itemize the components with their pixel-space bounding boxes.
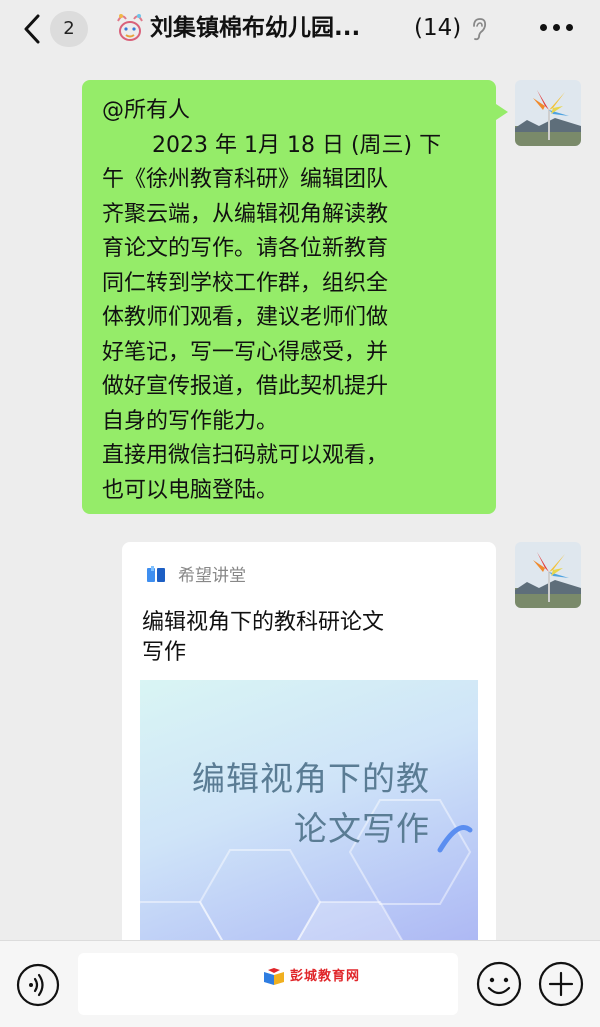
message-line: 同仁转到学校工作群，组织全 (102, 270, 389, 296)
link-card[interactable]: 希望讲堂 编辑视角下的教科研论文 写作 编辑视角下的教 论文写作 (122, 542, 496, 962)
message-line: 育论文的写作。请各位新教育 (102, 236, 389, 261)
watermark-logo-icon (264, 968, 284, 985)
card-thumbnail: 编辑视角下的教 论文写作 (140, 680, 478, 962)
card-title-line: 写作 (142, 640, 187, 665)
message-line: @所有人 (102, 98, 191, 123)
message-line: 午《徐州教育科研》编辑团队 (102, 167, 389, 192)
card-title-line: 编辑视角下的教科研论文 (142, 610, 385, 635)
card-title: 编辑视角下的教科研论文 写作 (142, 608, 452, 668)
sender-avatar[interactable] (515, 542, 581, 608)
chevron-left-icon[interactable] (18, 12, 48, 46)
message-line: 也可以电脑登陆。 (102, 477, 279, 503)
card-source: 希望讲堂 (178, 566, 246, 586)
thumbnail-text: 论文写作 (294, 809, 430, 848)
more-dots-icon[interactable] (540, 24, 574, 32)
sender-avatar[interactable] (515, 80, 581, 146)
thumbnail-text: 编辑视角下的教 (192, 759, 430, 798)
message-line: 好笔记，写一写心得感受，并 (102, 339, 389, 365)
plus-icon[interactable] (538, 961, 584, 1007)
emoji-icon[interactable] (476, 961, 522, 1007)
text-message-bubble[interactable]: @所有人 2023 年 1月 18 日 (周三) 下 午《徐州教育科研》编辑团队… (82, 80, 508, 514)
chat-title[interactable]: 刘集镇棉布幼儿园... (150, 12, 410, 44)
message-line: 齐聚云端，从编辑视角解读教 (102, 201, 389, 227)
source-logo-icon (147, 566, 165, 582)
message-line: 自身的写作能力。 (102, 408, 279, 434)
voice-icon[interactable] (16, 963, 60, 1007)
unread-count-badge[interactable]: 2 (50, 11, 88, 47)
message-line: 直接用微信扫码就可以观看， (102, 443, 389, 468)
member-count: (14) (414, 15, 462, 41)
chat-header: 2 刘集镇棉布幼儿园... (14) (0, 0, 600, 60)
ear-icon (473, 18, 487, 41)
message-line: 体教师们观看，建议老师们做 (102, 305, 389, 330)
message-line: 2023 年 1月 18 日 (周三) 下 (152, 132, 442, 158)
group-avatar[interactable] (112, 9, 148, 45)
watermark: 彭城教育网 (262, 966, 392, 988)
watermark-text: 彭城教育网 (290, 969, 361, 984)
message-line: 做好宣传报道，借此契机提升 (102, 374, 389, 399)
